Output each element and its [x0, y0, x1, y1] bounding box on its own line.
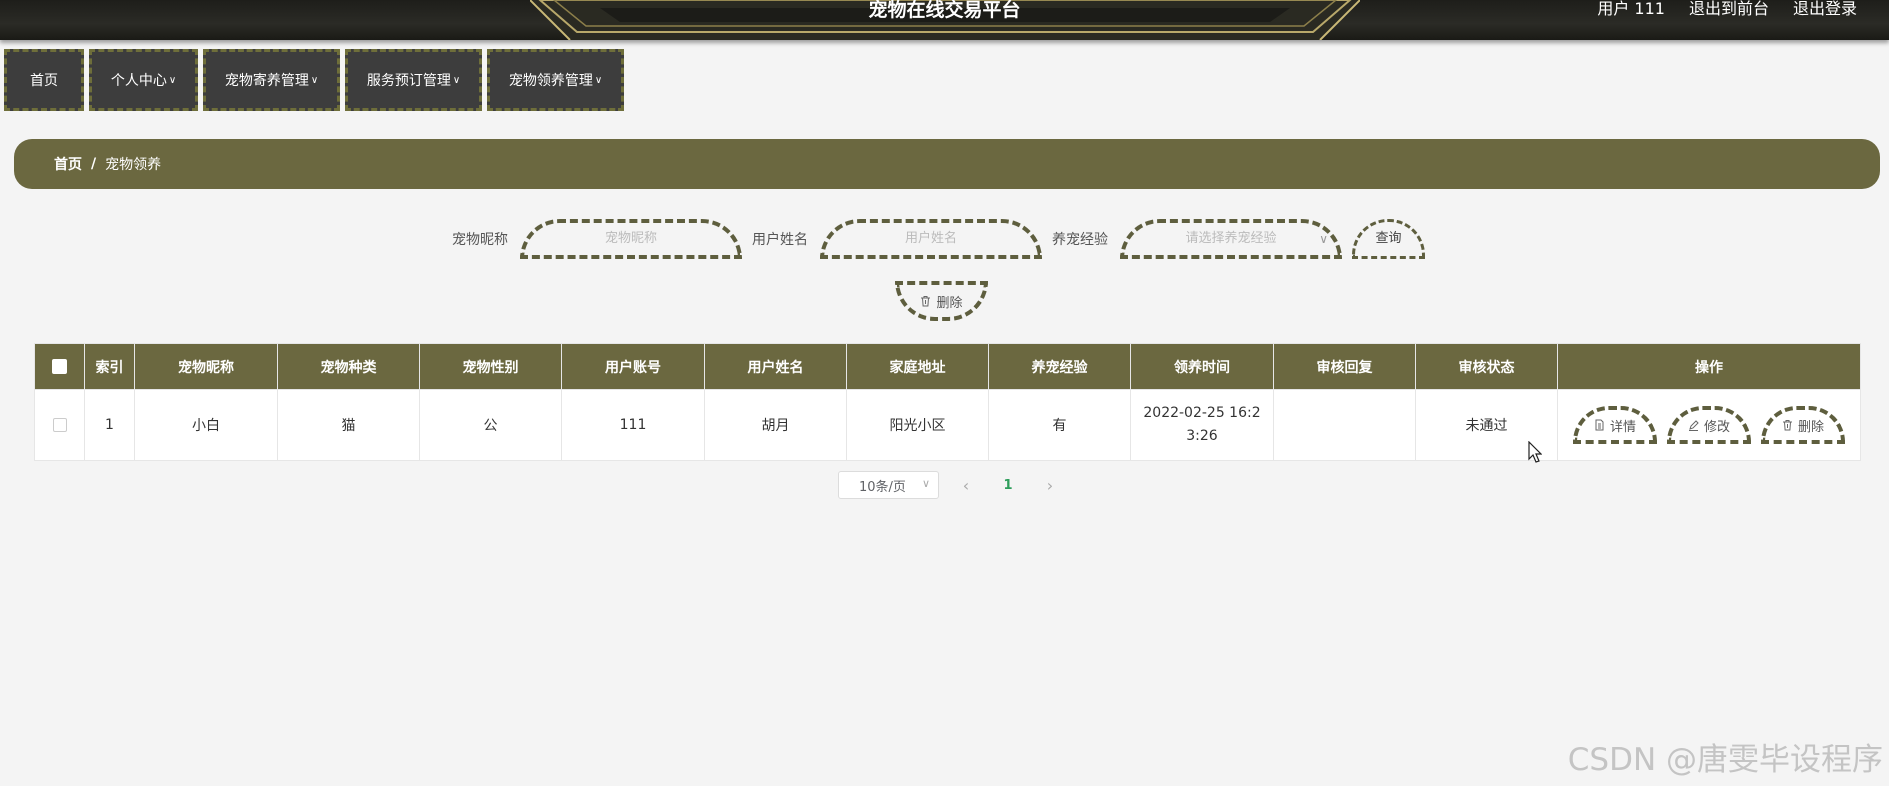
edit-button[interactable]: 修改: [1667, 406, 1751, 444]
nav-item-foster-management[interactable]: 宠物寄养管理 ∨: [203, 49, 340, 111]
query-button[interactable]: 查询: [1352, 219, 1425, 259]
logout-link[interactable]: 退出登录: [1793, 0, 1857, 20]
column-header: 用户姓名: [704, 343, 847, 390]
column-header: 审核状态: [1415, 343, 1558, 390]
pet-name-label: 宠物昵称: [452, 232, 508, 248]
nav-item-personal-center[interactable]: 个人中心 ∨: [89, 49, 198, 111]
cell-pet-gender: 公: [419, 389, 562, 461]
cell-user-name: 胡月: [704, 389, 847, 461]
top-header: 宠物在线交易平台 用户 111 退出到前台 退出登录: [0, 0, 1889, 40]
header-links: 用户 111 退出到前台 退出登录: [1597, 0, 1857, 20]
chevron-down-icon: ∨: [310, 74, 319, 86]
nav-item-label: 个人中心: [110, 73, 167, 89]
column-header: 操作: [1557, 343, 1861, 390]
nav-item-label: 首页: [30, 73, 58, 89]
delete-button[interactable]: 删除: [1761, 406, 1845, 444]
main-nav: 首页 个人中心 ∨ 宠物寄养管理 ∨ 服务预订管理 ∨ 宠物领养管理 ∨: [4, 49, 624, 111]
pencil-icon: [1688, 420, 1699, 431]
chevron-down-icon: ∨: [921, 477, 930, 490]
select-all-header[interactable]: [34, 343, 85, 390]
nav-item-label: 宠物寄养管理: [224, 73, 309, 89]
nav-item-label: 宠物领养管理: [508, 73, 593, 89]
watermark: CSDN @唐雯毕设程序: [1567, 742, 1883, 778]
column-header: 领养时间: [1130, 343, 1274, 390]
cell-adopt-time: 2022-02-25 16:2 3:26: [1130, 389, 1274, 461]
page-size-select[interactable]: 10条/页 ∨: [838, 471, 939, 499]
pagination: 10条/页 ∨ ‹ 1 ›: [838, 471, 1065, 499]
detail-button[interactable]: 详情: [1573, 406, 1657, 444]
chevron-down-icon: ∨: [168, 74, 177, 86]
cell-experience: 有: [988, 389, 1131, 461]
row-checkbox[interactable]: [52, 418, 67, 432]
column-header: 用户账号: [561, 343, 705, 390]
breadcrumb: 首页 / 宠物领养: [14, 139, 1880, 189]
cell-review-reply: [1273, 389, 1416, 461]
edit-label: 修改: [1703, 419, 1730, 435]
nav-item-home[interactable]: 首页: [4, 49, 84, 111]
chevron-down-icon: ∨: [594, 74, 603, 86]
nav-item-adoption-management[interactable]: 宠物领养管理 ∨: [487, 49, 624, 111]
bulk-delete-label: 删除: [936, 295, 963, 311]
cell-user-account: 111: [561, 389, 705, 461]
breadcrumb-separator: /: [91, 156, 97, 172]
nav-item-label: 服务预订管理: [366, 73, 451, 89]
nav-item-service-booking-management[interactable]: 服务预订管理 ∨: [345, 49, 482, 111]
cell-actions: 详情 修改 删除: [1557, 389, 1861, 461]
user-name-input[interactable]: 用户姓名: [820, 219, 1042, 259]
mouse-cursor-icon: [1528, 441, 1542, 463]
experience-select-placeholder: 请选择养宠经验: [1185, 231, 1277, 246]
row-actions: 详情 修改 删除: [1558, 406, 1860, 444]
breadcrumb-home[interactable]: 首页: [54, 154, 82, 174]
adopt-time-line-2: 3:26: [1186, 428, 1218, 444]
page-size-value: 10条/页: [859, 479, 906, 495]
column-header: 养宠经验: [988, 343, 1131, 390]
document-icon: [1595, 419, 1604, 431]
column-header: 宠物性别: [419, 343, 562, 390]
delete-label: 删除: [1797, 419, 1824, 435]
column-header: 宠物昵称: [134, 343, 278, 390]
breadcrumb-current: 宠物领养: [105, 157, 162, 173]
select-all-checkbox[interactable]: [52, 359, 67, 374]
user-name-label: 用户姓名: [752, 232, 808, 248]
adoption-table: 索引 宠物昵称 宠物种类 宠物性别 用户账号 用户姓名 家庭地址 养宠经验 领养…: [34, 343, 1861, 461]
cell-address: 阳光小区: [846, 389, 989, 461]
page-number-current[interactable]: 1: [993, 478, 1023, 493]
chevron-right-icon[interactable]: ›: [1035, 476, 1065, 495]
pet-name-input[interactable]: 宠物昵称: [520, 219, 742, 259]
chevron-down-icon: ∨: [452, 74, 461, 86]
trash-icon: [1782, 420, 1792, 431]
chevron-down-icon: ∨: [1319, 232, 1328, 246]
detail-label: 详情: [1609, 419, 1636, 435]
row-select-cell: [34, 389, 85, 461]
current-user-label: 用户 111: [1597, 0, 1665, 18]
back-to-front-link[interactable]: 退出到前台: [1689, 0, 1769, 20]
cell-index: 1: [84, 389, 135, 461]
search-form: 宠物昵称 宠物昵称 用户姓名 用户姓名 养宠经验 请选择养宠经验 ∨ 查询: [452, 219, 1425, 259]
column-header: 家庭地址: [846, 343, 989, 390]
column-header: 审核回复: [1273, 343, 1416, 390]
cell-pet-name: 小白: [134, 389, 278, 461]
table-header-row: 索引 宠物昵称 宠物种类 宠物性别 用户账号 用户姓名 家庭地址 养宠经验 领养…: [34, 343, 1861, 390]
table-row: 1 小白 猫 公 111 胡月 阳光小区 有 2022-02-25 16:2 3…: [34, 389, 1861, 461]
adopt-time-line-1: 2022-02-25 16:2: [1143, 405, 1261, 421]
experience-select[interactable]: 请选择养宠经验 ∨: [1120, 219, 1342, 259]
trash-icon: [921, 296, 931, 307]
column-header: 索引: [84, 343, 135, 390]
cell-pet-type: 猫: [277, 389, 420, 461]
chevron-left-icon[interactable]: ‹: [951, 476, 981, 495]
experience-label: 养宠经验: [1052, 232, 1108, 248]
bulk-delete-button[interactable]: 删除: [895, 281, 988, 321]
column-header: 宠物种类: [277, 343, 420, 390]
